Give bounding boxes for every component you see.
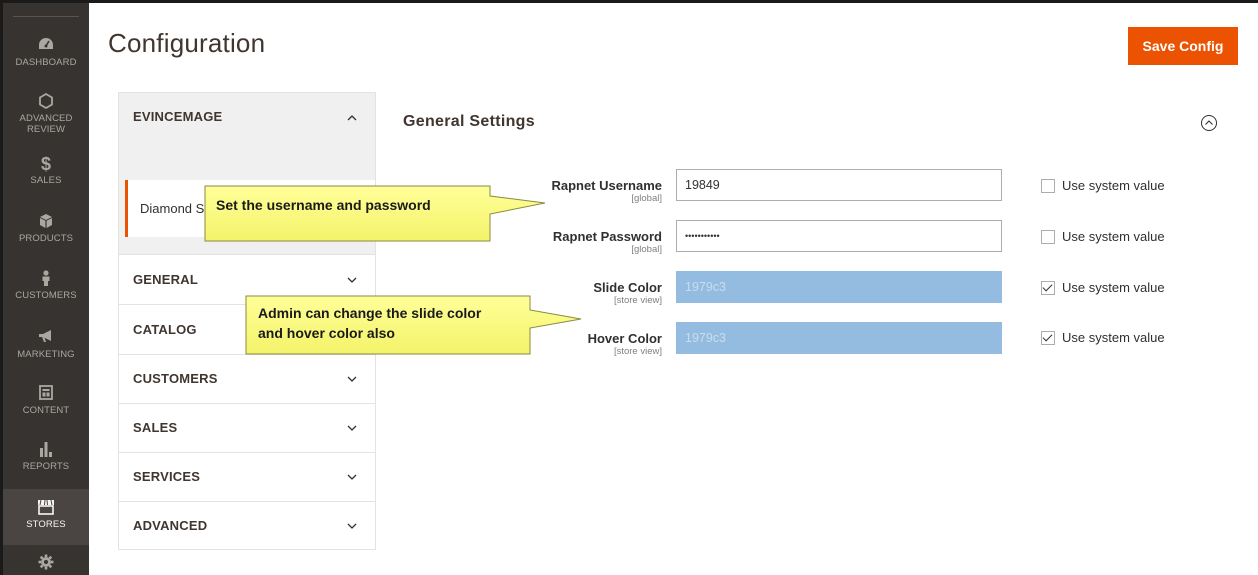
- save-config-button[interactable]: Save Config: [1128, 27, 1238, 65]
- admin-sidebar: DASHBOARD ADVANCED REVIEW $ SALES PRODUC…: [3, 3, 89, 575]
- checkbox-checked[interactable]: [1041, 331, 1055, 345]
- sidebar-item-label-line2: REVIEW: [26, 124, 66, 135]
- field-scope: [global]: [631, 244, 662, 255]
- checkbox-label: Use system value: [1062, 178, 1165, 193]
- tab-group-services[interactable]: SERVICES: [119, 452, 375, 502]
- field-label-text: Hover Color: [587, 331, 662, 346]
- chevron-down-icon: [347, 277, 357, 283]
- slide-color-input[interactable]: 1979c3: [676, 271, 1002, 303]
- tab-group-label: CATALOG: [133, 322, 197, 337]
- person-icon: [3, 270, 89, 288]
- tab-group-label: SALES: [133, 420, 178, 435]
- sidebar-item-label: SALES: [30, 175, 62, 186]
- tab-group-customers[interactable]: CUSTOMERS: [119, 354, 375, 404]
- tab-group-label: ADVANCED: [133, 518, 208, 533]
- checkbox-checked[interactable]: [1041, 281, 1055, 295]
- sidebar-item-system[interactable]: [3, 554, 89, 575]
- sidebar-item-label: PRODUCTS: [18, 233, 74, 244]
- sidebar-item-label: CONTENT: [22, 405, 70, 416]
- dashboard-icon: [3, 37, 89, 55]
- tab-group-label: GENERAL: [133, 272, 198, 287]
- field-label-hover-color: Hover Color [store view]: [588, 331, 662, 357]
- config-tabs: EVINCEMAGE Diamond S GENERAL CATALOG CUS…: [118, 92, 376, 550]
- sidebar-item-products[interactable]: PRODUCTS: [3, 213, 89, 253]
- hexagon-icon: [3, 93, 89, 111]
- checkbox-label: Use system value: [1062, 330, 1165, 345]
- tab-group-catalog[interactable]: CATALOG: [119, 305, 375, 355]
- hover-color-input[interactable]: 1979c3: [676, 322, 1002, 354]
- sidebar-item-marketing[interactable]: MARKETING: [3, 329, 89, 369]
- cube-icon: [3, 213, 89, 231]
- tab-item-label: Diamond S: [140, 201, 205, 216]
- checkbox[interactable]: [1041, 230, 1055, 244]
- field-scope: [store view]: [613, 295, 662, 306]
- tab-group-sales[interactable]: SALES: [119, 403, 375, 453]
- sidebar-item-dashboard[interactable]: DASHBOARD: [3, 37, 89, 77]
- sidebar-item-label-line1: ADVANCED: [19, 113, 73, 124]
- bar-chart-icon: [3, 441, 89, 459]
- field-scope: [global]: [631, 193, 662, 204]
- checkbox[interactable]: [1041, 179, 1055, 193]
- field-scope: [store view]: [613, 346, 662, 357]
- field-label-text: Rapnet Password: [552, 229, 662, 244]
- chevron-down-icon: [347, 523, 357, 529]
- page-title: Configuration: [108, 28, 266, 58]
- sidebar-item-label: DASHBOARD: [15, 57, 77, 68]
- megaphone-icon: [3, 329, 89, 347]
- chevron-down-icon: [347, 425, 357, 431]
- checkbox-label: Use system value: [1062, 280, 1165, 295]
- chevron-up-icon: [347, 115, 357, 121]
- dollar-icon: $: [40, 154, 51, 174]
- collapse-section-icon[interactable]: [1200, 114, 1218, 132]
- sidebar-item-sales[interactable]: $ SALES: [3, 155, 89, 195]
- rapnet-password-input[interactable]: •••••••••••: [676, 220, 1002, 252]
- tab-group-advanced[interactable]: ADVANCED: [119, 501, 375, 551]
- tab-group-label: SERVICES: [133, 469, 201, 484]
- chevron-down-icon: [347, 474, 357, 480]
- store-icon: [3, 499, 89, 517]
- checkbox-label: Use system value: [1062, 229, 1165, 244]
- gear-icon: [3, 554, 89, 572]
- tab-group-general[interactable]: GENERAL: [119, 255, 375, 305]
- tab-item-diamond-search[interactable]: Diamond S: [125, 180, 375, 237]
- tab-group-label: CUSTOMERS: [133, 371, 218, 386]
- sidebar-divider: [13, 16, 79, 17]
- field-label-slide-color: Slide Color [store view]: [593, 280, 662, 306]
- sidebar-item-advanced-review[interactable]: ADVANCED REVIEW: [3, 93, 89, 143]
- field-label-rapnet-password: Rapnet Password [global]: [553, 229, 662, 255]
- field-label-text: Slide Color: [593, 280, 662, 295]
- field-label-text: Rapnet Username: [551, 178, 662, 193]
- layout-icon: [3, 385, 89, 403]
- tab-group-label: EVINCEMAGE: [133, 109, 223, 124]
- chevron-down-icon: [347, 376, 357, 382]
- sidebar-item-customers[interactable]: CUSTOMERS: [3, 270, 89, 310]
- sidebar-item-label: MARKETING: [17, 349, 75, 360]
- field-label-rapnet-username: Rapnet Username [global]: [551, 178, 662, 204]
- sidebar-item-stores[interactable]: STORES: [3, 489, 89, 545]
- sidebar-item-reports[interactable]: REPORTS: [3, 441, 89, 481]
- sidebar-item-label: STORES: [26, 519, 66, 530]
- sidebar-item-content[interactable]: CONTENT: [3, 385, 89, 425]
- chevron-down-icon: [347, 327, 357, 333]
- tab-group-evincemage[interactable]: EVINCEMAGE Diamond S: [119, 93, 375, 255]
- section-title[interactable]: General Settings: [403, 113, 535, 131]
- sidebar-item-label: CUSTOMERS: [15, 290, 77, 301]
- rapnet-username-input[interactable]: 19849: [676, 169, 1002, 201]
- sidebar-item-label: REPORTS: [22, 461, 70, 472]
